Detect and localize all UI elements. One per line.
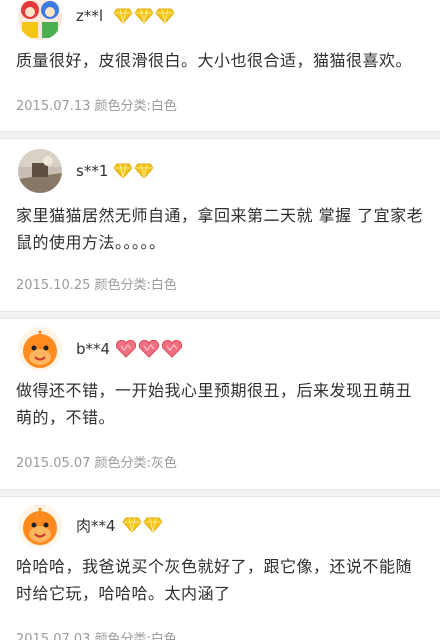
mascot-avatar-icon [18, 504, 62, 548]
review-divider [0, 311, 440, 319]
avatar[interactable] [18, 149, 62, 193]
cartoon-avatar-icon [18, 0, 62, 40]
review-date: 2015.07.03 [16, 632, 91, 640]
review-item: z**l 质量很好，皮很滑很白。大小也很合适，猫猫很喜欢。 2015.07.13… [0, 0, 440, 131]
review-text: 家里猫猫居然无师自通，拿回来第二天就 掌握 了宜家老鼠的使用方法。。。。。 [16, 206, 424, 252]
review-date: 2015.07.13 [16, 99, 91, 114]
member-badges [113, 8, 175, 24]
review-text: 哈哈哈，我爸说买个灰色就好了，跟它像，还说不能随时给它玩，哈哈哈。太内涵了 [16, 557, 413, 603]
member-badges [115, 340, 183, 358]
avatar[interactable] [18, 504, 62, 548]
review-meta: 2015.07.13 颜色分类:白色 [16, 99, 181, 115]
gold-diamond-icon [113, 163, 133, 179]
color-category: 颜色分类:白色 [94, 99, 177, 114]
gold-diamond-icon [155, 8, 175, 24]
review-feed: z**l 质量很好，皮很滑很白。大小也很合适，猫猫很喜欢。 2015.07.13… [0, 0, 440, 640]
review-item: s**1 家里猫猫居然无师自通，拿回来第二天就 掌握 了宜家老鼠的使用方法。。。… [0, 139, 440, 311]
color-category: 颜色分类:白色 [94, 278, 177, 293]
avatar[interactable] [18, 0, 62, 40]
gold-diamond-icon [134, 163, 154, 179]
review-divider [0, 489, 440, 497]
review-date: 2015.05.07 [16, 456, 91, 471]
gold-diamond-icon [122, 517, 142, 533]
member-badges [122, 517, 163, 533]
review-item: b**4 做得还不错，一开始我心里预期很丑，后来发现丑萌丑萌的，不错。 2015… [0, 319, 440, 489]
review-text: 质量很好，皮很滑很白。大小也很合适，猫猫很喜欢。 [16, 51, 413, 70]
username[interactable]: s**1 [76, 161, 108, 181]
username[interactable]: b**4 [76, 339, 110, 359]
gold-diamond-icon [143, 517, 163, 533]
red-heart-icon [115, 340, 137, 358]
username[interactable]: z**l [76, 6, 103, 26]
color-category: 颜色分类:灰色 [94, 456, 177, 471]
review-divider [0, 131, 440, 139]
review-item: 肉**4 哈哈哈，我爸说买个灰色就好了，跟它像，还说不能随时给它玩，哈哈哈。太内… [0, 497, 440, 640]
member-badges [113, 163, 154, 179]
avatar[interactable] [18, 327, 62, 371]
review-meta: 2015.05.07 颜色分类:灰色 [16, 456, 181, 472]
red-heart-icon [138, 340, 160, 358]
review-meta: 2015.07.03 颜色分类:白色 [16, 632, 181, 640]
gold-diamond-icon [113, 8, 133, 24]
review-text: 做得还不错，一开始我心里预期很丑，后来发现丑萌丑萌的，不错。 [16, 381, 413, 427]
color-category: 颜色分类:白色 [94, 632, 177, 640]
red-heart-icon [161, 340, 183, 358]
review-meta: 2015.10.25 颜色分类:白色 [16, 278, 181, 294]
mascot-avatar-icon [18, 327, 62, 371]
review-date: 2015.10.25 [16, 278, 91, 293]
username[interactable]: 肉**4 [76, 516, 116, 536]
photo-avatar-icon [18, 149, 62, 193]
gold-diamond-icon [134, 8, 154, 24]
